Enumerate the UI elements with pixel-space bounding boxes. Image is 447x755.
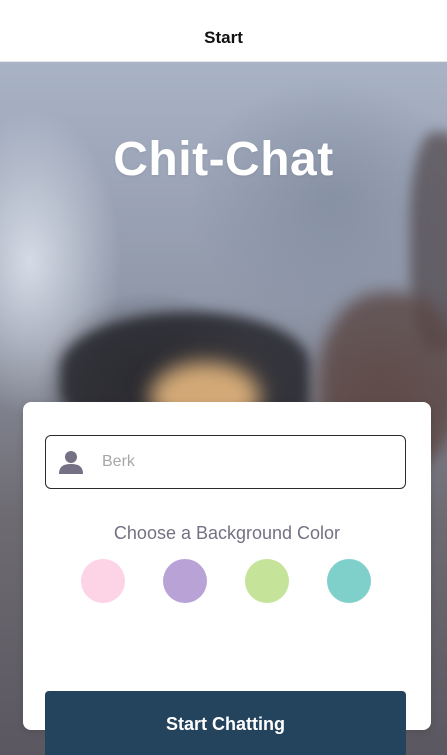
- navigation-bar: Start: [0, 0, 447, 62]
- color-swatch-pink[interactable]: [81, 559, 125, 603]
- color-swatch-green[interactable]: [245, 559, 289, 603]
- name-input[interactable]: [102, 447, 362, 477]
- app-title: Chit-Chat: [113, 133, 334, 186]
- nav-title: Start: [204, 27, 243, 47]
- color-swatch-teal[interactable]: [327, 559, 371, 603]
- start-chatting-button[interactable]: Start Chatting: [45, 691, 406, 755]
- background-image: Chit-Chat Choose a Background Color Star…: [0, 62, 447, 755]
- color-swatch-purple[interactable]: [163, 559, 207, 603]
- color-prompt-label: Choose a Background Color: [113, 523, 341, 543]
- user-icon: [59, 451, 83, 474]
- start-form-card: Choose a Background Color Start Chatting: [23, 402, 431, 755]
- name-field[interactable]: [45, 435, 406, 489]
- color-swatch-group: [81, 559, 371, 603]
